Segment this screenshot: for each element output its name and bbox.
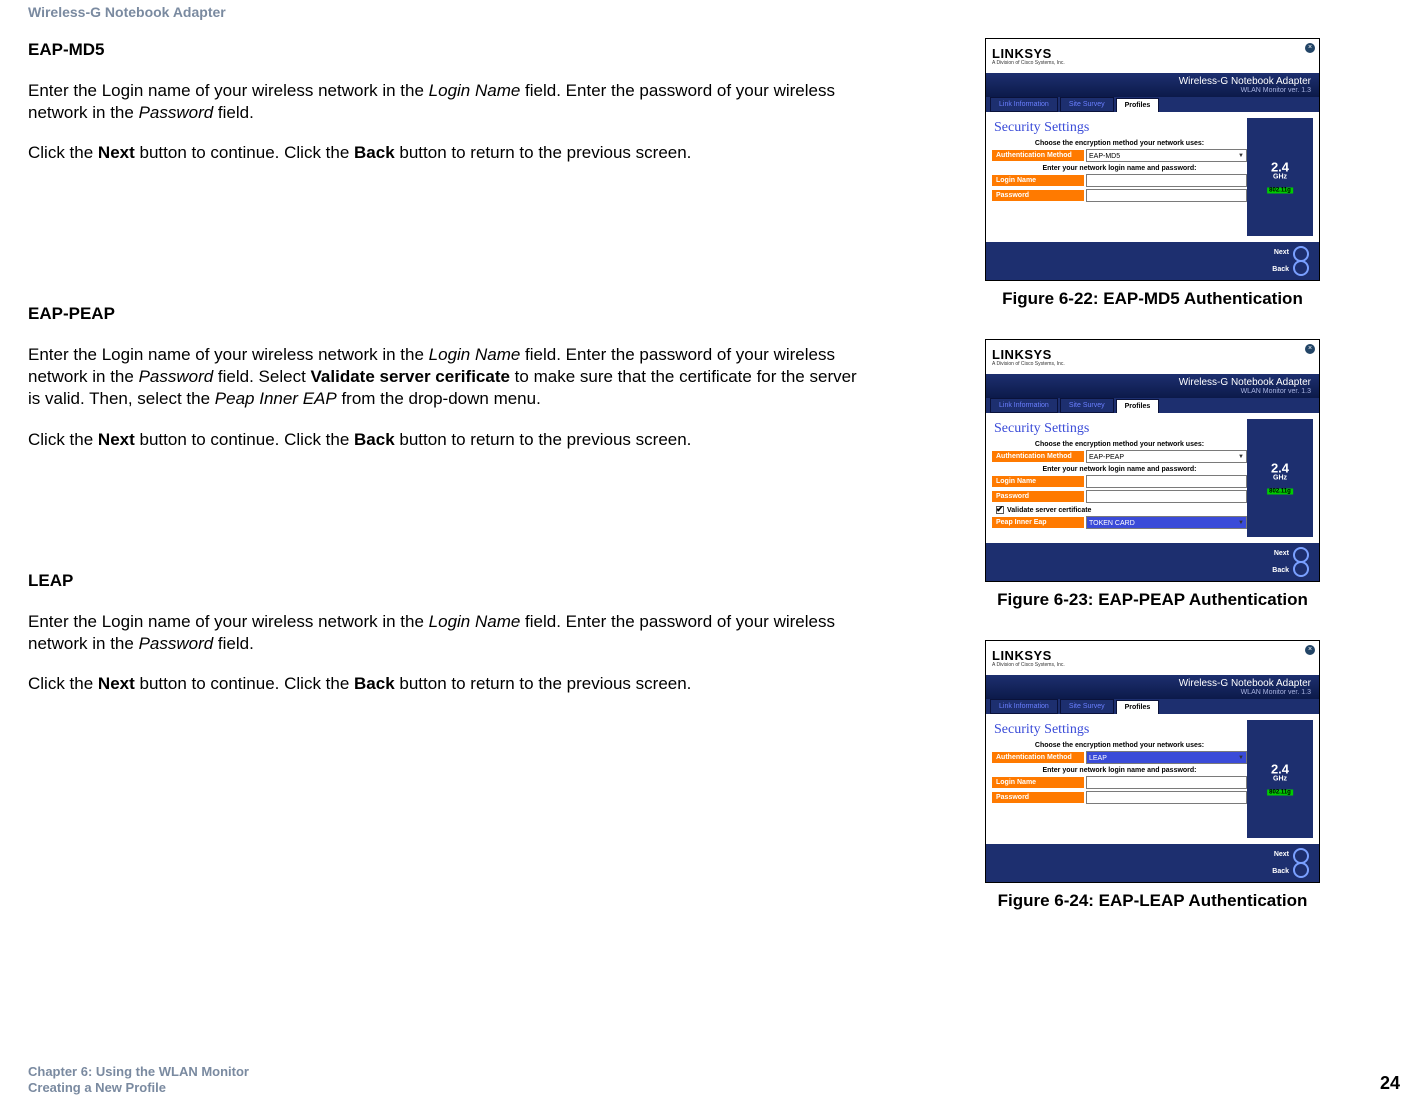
security-settings-title: Security Settings (994, 421, 1247, 437)
paragraph: Click the Next button to continue. Click… (28, 673, 868, 695)
auth-method-label: Authentication Method (992, 150, 1084, 161)
login-name-label: Login Name (992, 476, 1084, 487)
choose-encryption-label: Choose the encryption method your networ… (992, 742, 1247, 749)
logo-text: LINKSYSA Division of Cisco Systems, Inc. (992, 648, 1065, 668)
paragraph: Enter the Login name of your wireless ne… (28, 80, 868, 124)
password-input[interactable] (1086, 189, 1247, 202)
window-titlebar: LINKSYSA Division of Cisco Systems, Inc.… (986, 340, 1319, 374)
tabbar: Link Information Site Survey Profiles (986, 97, 1319, 112)
ghz-badge-panel: 2.4GHz802.11g (1247, 419, 1313, 537)
enter-login-label: Enter your network login name and passwo… (992, 767, 1247, 774)
login-name-label: Login Name (992, 777, 1084, 788)
auth-method-select[interactable]: EAP-PEAP (1086, 450, 1247, 463)
tab-link-information[interactable]: Link Information (990, 699, 1058, 714)
ghz-badge-panel: 2.4GHz802.11g (1247, 118, 1313, 236)
section-eap-md5: EAP-MD5 Enter the Login name of your wir… (28, 40, 868, 164)
heading-leap: LEAP (28, 571, 868, 591)
login-name-input[interactable] (1086, 174, 1247, 187)
figure-caption: Figure 6-24: EAP-LEAP Authentication (905, 891, 1400, 911)
tab-site-survey[interactable]: Site Survey (1060, 398, 1114, 413)
password-label: Password (992, 491, 1084, 502)
ghz-badge-panel: 2.4GHz802.11g (1247, 720, 1313, 838)
logo-text: LINKSYSA Division of Cisco Systems, Inc. (992, 46, 1065, 66)
next-button[interactable]: Next (1274, 249, 1289, 256)
auth-method-label: Authentication Method (992, 752, 1084, 763)
page-footer-left: Chapter 6: Using the WLAN Monitor Creati… (28, 1064, 249, 1097)
password-input[interactable] (1086, 490, 1247, 503)
tabbar: Link Information Site Survey Profiles (986, 398, 1319, 413)
enter-login-label: Enter your network login name and passwo… (992, 466, 1247, 473)
back-button[interactable]: Back (1272, 868, 1289, 875)
figure-6-22: LINKSYSA Division of Cisco Systems, Inc.… (905, 38, 1400, 309)
peap-inner-select[interactable]: TOKEN CARD (1086, 516, 1247, 529)
screenshot-leap: LINKSYSA Division of Cisco Systems, Inc.… (985, 640, 1320, 883)
heading-eap-md5: EAP-MD5 (28, 40, 868, 60)
section-leap: LEAP Enter the Login name of your wirele… (28, 571, 868, 695)
screenshot-eap-peap: LINKSYSA Division of Cisco Systems, Inc.… (985, 339, 1320, 582)
tab-profiles[interactable]: Profiles (1116, 98, 1160, 112)
figure-6-23: LINKSYSA Division of Cisco Systems, Inc.… (905, 339, 1400, 610)
choose-encryption-label: Choose the encryption method your networ… (992, 140, 1247, 147)
figure-caption: Figure 6-22: EAP-MD5 Authentication (905, 289, 1400, 309)
validate-cert-row[interactable]: Validate server certificate (996, 506, 1247, 514)
heading-eap-peap: EAP-PEAP (28, 304, 868, 324)
window-titlebar: LINKSYSA Division of Cisco Systems, Inc.… (986, 39, 1319, 73)
security-settings-title: Security Settings (994, 120, 1247, 136)
choose-encryption-label: Choose the encryption method your networ… (992, 441, 1247, 448)
login-name-input[interactable] (1086, 475, 1247, 488)
paragraph: Click the Next button to continue. Click… (28, 142, 868, 164)
tab-profiles[interactable]: Profiles (1116, 700, 1160, 714)
banner: Wireless-G Notebook Adapter WLAN Monitor… (986, 374, 1319, 398)
back-button-icon[interactable] (1293, 561, 1309, 577)
tab-link-information[interactable]: Link Information (990, 398, 1058, 413)
tab-profiles[interactable]: Profiles (1116, 399, 1160, 413)
login-name-input[interactable] (1086, 776, 1247, 789)
paragraph: Enter the Login name of your wireless ne… (28, 611, 868, 655)
next-button[interactable]: Next (1274, 851, 1289, 858)
logo-text: LINKSYSA Division of Cisco Systems, Inc. (992, 347, 1065, 367)
paragraph: Click the Next button to continue. Click… (28, 429, 868, 451)
section-eap-peap: EAP-PEAP Enter the Login name of your wi… (28, 304, 868, 450)
banner: Wireless-G Notebook Adapter WLAN Monitor… (986, 73, 1319, 97)
enter-login-label: Enter your network login name and passwo… (992, 165, 1247, 172)
auth-method-select[interactable]: EAP-MD5 (1086, 149, 1247, 162)
page-header: Wireless-G Notebook Adapter (28, 4, 226, 20)
password-label: Password (992, 190, 1084, 201)
validate-cert-checkbox[interactable] (996, 506, 1004, 514)
tab-site-survey[interactable]: Site Survey (1060, 97, 1114, 112)
next-button[interactable]: Next (1274, 550, 1289, 557)
page-number: 24 (1380, 1073, 1400, 1094)
back-button-icon[interactable] (1293, 260, 1309, 276)
back-button[interactable]: Back (1272, 567, 1289, 574)
screenshot-eap-md5: LINKSYSA Division of Cisco Systems, Inc.… (985, 38, 1320, 281)
window-titlebar: LINKSYSA Division of Cisco Systems, Inc.… (986, 641, 1319, 675)
auth-method-label: Authentication Method (992, 451, 1084, 462)
tab-link-information[interactable]: Link Information (990, 97, 1058, 112)
figure-6-24: LINKSYSA Division of Cisco Systems, Inc.… (905, 640, 1400, 911)
close-icon[interactable]: × (1305, 645, 1315, 655)
auth-method-select[interactable]: LEAP (1086, 751, 1247, 764)
close-icon[interactable]: × (1305, 344, 1315, 354)
back-button[interactable]: Back (1272, 266, 1289, 273)
close-icon[interactable]: × (1305, 43, 1315, 53)
back-button-icon[interactable] (1293, 862, 1309, 878)
tab-site-survey[interactable]: Site Survey (1060, 699, 1114, 714)
login-name-label: Login Name (992, 175, 1084, 186)
password-label: Password (992, 792, 1084, 803)
figure-caption: Figure 6-23: EAP-PEAP Authentication (905, 590, 1400, 610)
banner: Wireless-G Notebook Adapter WLAN Monitor… (986, 675, 1319, 699)
password-input[interactable] (1086, 791, 1247, 804)
paragraph: Enter the Login name of your wireless ne… (28, 344, 868, 410)
peap-inner-label: Peap Inner Eap (992, 517, 1084, 528)
tabbar: Link Information Site Survey Profiles (986, 699, 1319, 714)
security-settings-title: Security Settings (994, 722, 1247, 738)
